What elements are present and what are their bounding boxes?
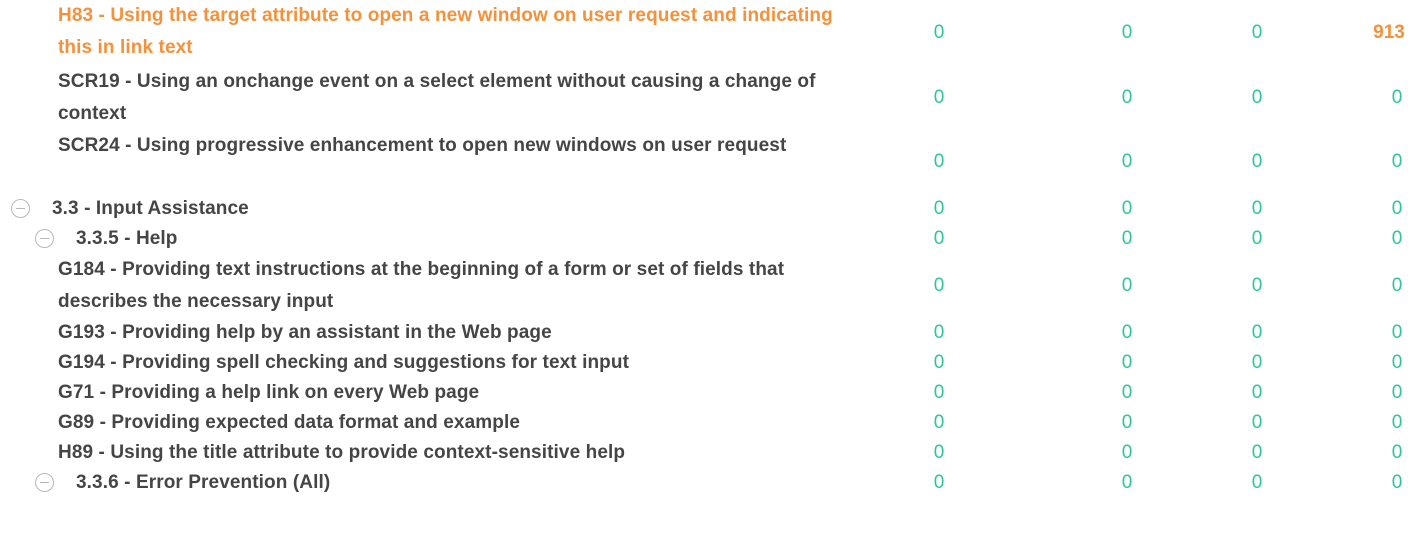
value-cell: 0 (1121, 228, 1133, 249)
value-cell: 0 (1391, 275, 1403, 296)
value-cell: 0 (1121, 151, 1133, 172)
value-cell: 0 (1251, 228, 1263, 249)
value-cell: 0 (1251, 472, 1263, 493)
value-cell: 0 (1391, 198, 1403, 219)
criterion-row-3-3-6[interactable]: 3.3.6 - Error Prevention (All) 0 0 0 0 (0, 468, 1415, 498)
technique-label[interactable]: SCR24 - Using progressive enhancement to… (58, 130, 838, 162)
value-cell: 0 (1121, 275, 1133, 296)
criterion-label[interactable]: 3.3.5 - Help (76, 224, 178, 254)
value-cell: 0 (1251, 352, 1263, 373)
value-cell: 0 (1391, 87, 1403, 108)
value-cell: 0 (1121, 472, 1133, 493)
technique-label[interactable]: H83 - Using the target attribute to open… (58, 0, 838, 64)
value-cell: 0 (1251, 442, 1263, 463)
value-cell: 0 (933, 322, 945, 343)
value-cell: 0 (933, 352, 945, 373)
value-cell: 0 (933, 412, 945, 433)
technique-label[interactable]: G89 - Providing expected data format and… (58, 408, 838, 438)
technique-row-g194[interactable]: G194 - Providing spell checking and sugg… (0, 348, 1415, 378)
value-cell: 0 (1121, 22, 1133, 43)
technique-row-g193[interactable]: G193 - Providing help by an assistant in… (0, 318, 1415, 348)
value-cell: 913 (1373, 22, 1405, 43)
value-cell: 0 (1391, 382, 1403, 403)
value-cell: 0 (1121, 198, 1133, 219)
technique-row-g89[interactable]: G89 - Providing expected data format and… (0, 408, 1415, 438)
value-cell: 0 (1391, 412, 1403, 433)
value-cell: 0 (1251, 322, 1263, 343)
value-cell: 0 (1251, 151, 1263, 172)
value-cell: 0 (933, 472, 945, 493)
guideline-row-3-3[interactable]: 3.3 - Input Assistance 0 0 0 0 (0, 194, 1415, 224)
value-cell: 0 (933, 22, 945, 43)
value-cell: 0 (1121, 322, 1133, 343)
value-cell: 0 (1251, 275, 1263, 296)
value-cell: 0 (1121, 442, 1133, 463)
value-cell: 0 (1251, 22, 1263, 43)
value-cell: 0 (1121, 352, 1133, 373)
technique-label[interactable]: H89 - Using the title attribute to provi… (58, 438, 838, 468)
value-cell: 0 (1251, 198, 1263, 219)
technique-row-scr24[interactable]: SCR24 - Using progressive enhancement to… (0, 130, 1415, 194)
value-cell: 0 (1391, 472, 1403, 493)
value-cell: 0 (1121, 87, 1133, 108)
value-cell: 0 (1391, 352, 1403, 373)
technique-row-g71[interactable]: G71 - Providing a help link on every Web… (0, 378, 1415, 408)
value-cell: 0 (1391, 228, 1403, 249)
value-cell: 0 (933, 198, 945, 219)
value-cell: 0 (1251, 412, 1263, 433)
technique-label[interactable]: G194 - Providing spell checking and sugg… (58, 348, 838, 378)
value-cell: 0 (933, 228, 945, 249)
technique-label[interactable]: G71 - Providing a help link on every Web… (58, 378, 838, 408)
value-cell: 0 (1121, 412, 1133, 433)
value-cell: 0 (1251, 382, 1263, 403)
criterion-row-3-3-5[interactable]: 3.3.5 - Help 0 0 0 0 (0, 224, 1415, 254)
wcag-results-table: H83 - Using the target attribute to open… (0, 0, 1415, 498)
value-cell: 0 (1121, 382, 1133, 403)
guideline-label[interactable]: 3.3 - Input Assistance (52, 194, 249, 224)
value-cell: 0 (1251, 87, 1263, 108)
collapse-circle-icon[interactable] (35, 229, 54, 248)
technique-row-h83[interactable]: H83 - Using the target attribute to open… (0, 0, 1415, 66)
value-cell: 0 (1391, 322, 1403, 343)
technique-row-h89[interactable]: H89 - Using the title attribute to provi… (0, 438, 1415, 468)
value-cell: 0 (933, 275, 945, 296)
technique-row-scr19[interactable]: SCR19 - Using an onchange event on a sel… (0, 66, 1415, 130)
value-cell: 0 (933, 151, 945, 172)
value-cell: 0 (1391, 151, 1403, 172)
technique-label[interactable]: G193 - Providing help by an assistant in… (58, 318, 838, 348)
collapse-circle-icon[interactable] (35, 473, 54, 492)
value-cell: 0 (1391, 442, 1403, 463)
technique-label[interactable]: SCR19 - Using an onchange event on a sel… (58, 66, 838, 130)
collapse-circle-icon[interactable] (11, 199, 30, 218)
technique-label[interactable]: G184 - Providing text instructions at th… (58, 254, 838, 318)
value-cell: 0 (933, 442, 945, 463)
value-cell: 0 (933, 87, 945, 108)
criterion-label[interactable]: 3.3.6 - Error Prevention (All) (76, 468, 330, 498)
technique-row-g184[interactable]: G184 - Providing text instructions at th… (0, 254, 1415, 318)
value-cell: 0 (933, 382, 945, 403)
